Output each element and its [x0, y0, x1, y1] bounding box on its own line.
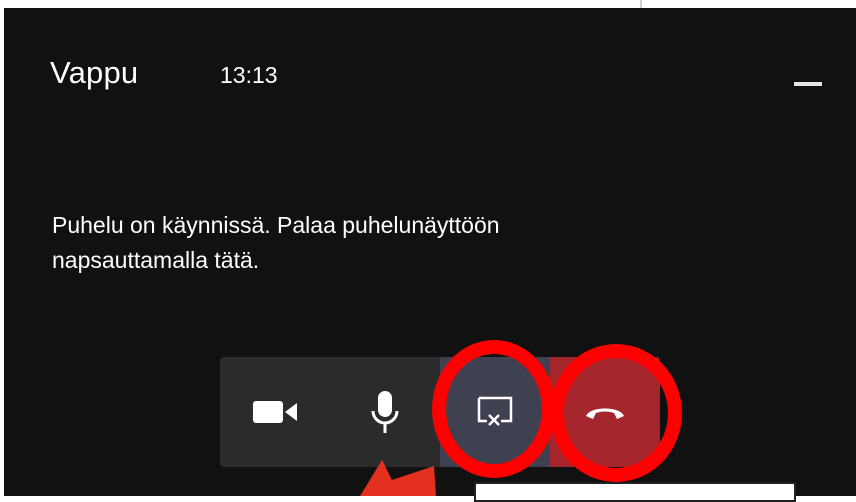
top-strip [0, 0, 856, 8]
video-camera-icon [253, 401, 297, 423]
microphone-toggle-button[interactable] [330, 357, 440, 467]
tooltip-box [474, 482, 796, 502]
stop-share-icon [477, 396, 513, 426]
return-to-call-message[interactable]: Puhelu on käynnissä. Palaa puhelunäyttöö… [52, 208, 672, 278]
edge-line [640, 0, 642, 8]
call-controls-bar [220, 357, 660, 467]
message-line-2: napsauttamalla tätä. [52, 247, 260, 273]
meeting-title: Vappu [50, 55, 139, 90]
hang-up-button[interactable] [550, 357, 660, 467]
minimize-button[interactable] [794, 82, 822, 86]
microphone-icon [371, 391, 399, 433]
stop-sharing-button[interactable] [440, 357, 550, 467]
video-toggle-button[interactable] [220, 357, 330, 467]
phone-hangup-icon [586, 408, 624, 419]
call-time: 13:13 [220, 62, 278, 88]
message-line-1: Puhelu on käynnissä. Palaa puhelunäyttöö… [52, 212, 500, 238]
